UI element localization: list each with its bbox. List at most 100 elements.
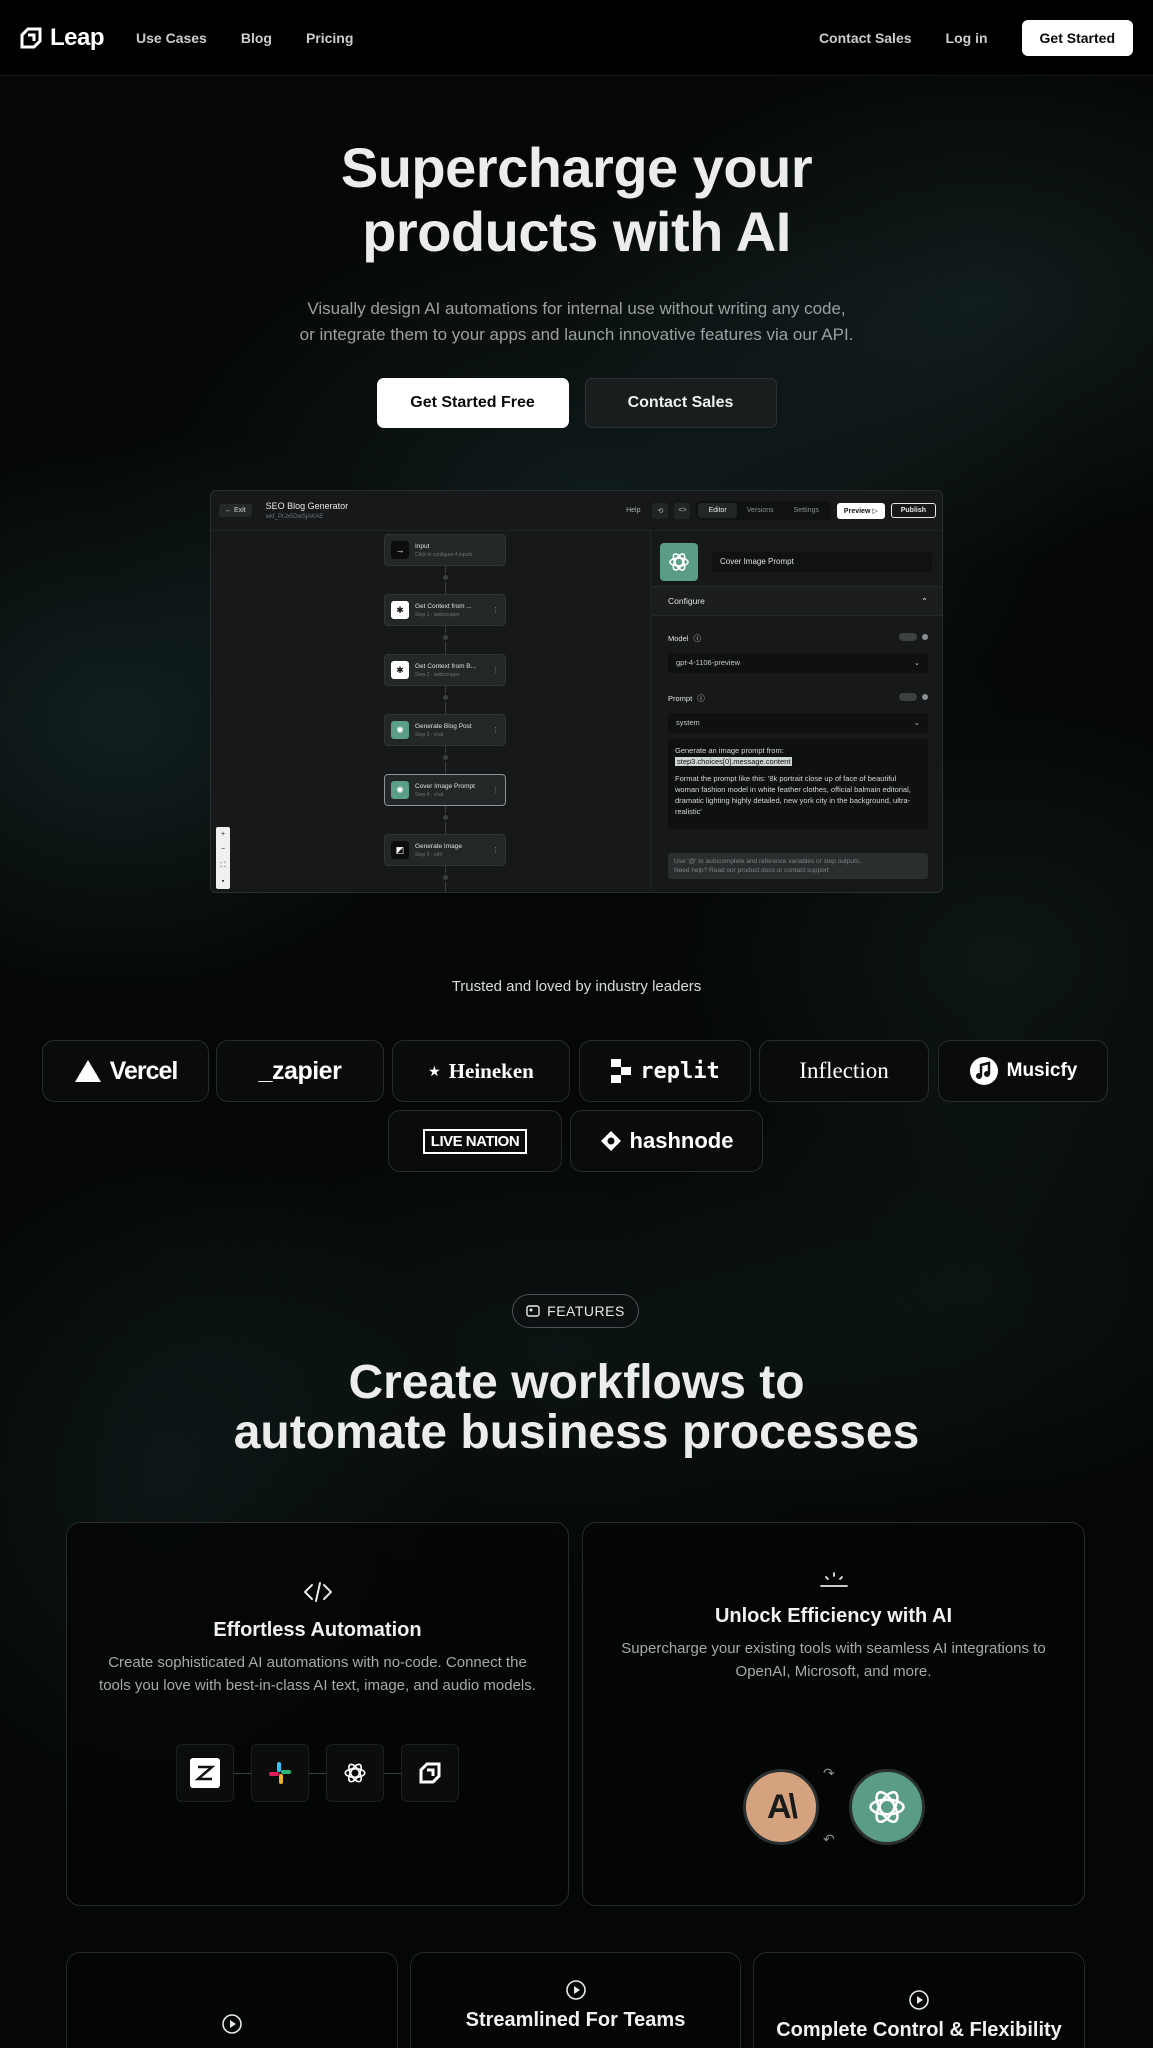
logo-text: LIVE NATION <box>422 1128 528 1154</box>
zoom-out-icon: − <box>220 846 226 854</box>
mock-tab-settings: Settings <box>793 507 819 514</box>
prompt-body: Format the prompt like this: '8k portrai… <box>675 774 911 816</box>
scraper-icon: ✱ <box>391 601 409 619</box>
prompt-label-text: Prompt <box>668 694 693 703</box>
prompt-hint: Use '@' to autocomplete and reference va… <box>668 853 928 879</box>
top-nav: Leap Use Cases Blog Pricing Contact Sale… <box>0 0 1153 76</box>
feature-card-automation: Effortless Automation Create sophisticat… <box>66 1522 569 1906</box>
model-toggle <box>899 633 928 641</box>
prompt-toggle <box>899 693 928 701</box>
leap-icon <box>401 1744 459 1802</box>
openai-icon <box>326 1744 384 1802</box>
play-circle-icon <box>67 2013 397 2035</box>
nav-contact-sales[interactable]: Contact Sales <box>819 30 912 46</box>
node-title: Generate Image <box>415 842 462 850</box>
hint-line: Need help? Read our product docs or cont… <box>674 867 829 874</box>
model-label: Model ⓘ <box>668 633 701 644</box>
step-name-input: Cover Image Prompt <box>712 552 932 572</box>
sparkle-icon <box>583 1571 1084 1591</box>
card-description: Create sophisticated AI automations with… <box>67 1651 568 1697</box>
logo-text: Leap <box>50 23 105 51</box>
prompt-line: Generate an image prompt from: <box>675 746 784 755</box>
logo-vercel: Vercel <box>42 1040 209 1102</box>
logo-text: replit <box>640 1058 720 1084</box>
flow-dot <box>441 873 450 882</box>
more-icon: ⋮ <box>492 607 499 614</box>
hero-subtitle-line: or integrate them to your apps and launc… <box>299 325 854 344</box>
trusted-label: Trusted and loved by industry leaders <box>451 978 702 995</box>
code-icon <box>67 1581 568 1603</box>
contact-sales-button[interactable]: Contact Sales <box>584 378 777 428</box>
model-value: gpt-4-1106-preview <box>676 658 741 667</box>
history-icon: ⟲ <box>652 502 669 519</box>
card-title: Unlock Efficiency with AI <box>714 1605 953 1627</box>
music-note-icon <box>969 1057 998 1085</box>
prompt-textarea: Generate an image prompt from: step3.cho… <box>668 739 928 829</box>
more-icon: ⋮ <box>492 667 499 674</box>
code-icon: <> <box>674 502 691 519</box>
node-title: Get Context from ... <box>415 602 472 610</box>
feature-card-efficiency: Unlock Efficiency with AI Supercharge yo… <box>582 1522 1085 1906</box>
features-icon <box>526 1305 540 1317</box>
leap-icon: ◩ <box>391 841 409 859</box>
vercel-triangle-icon <box>74 1060 101 1082</box>
hero-title-line: products with AI <box>362 200 791 263</box>
node-generate-image: ◩ Generate Image Step 5 · edit ⋮ <box>384 834 506 866</box>
get-started-free-button[interactable]: Get Started Free <box>376 378 569 428</box>
sync-arrow-icon: ↷ <box>823 1765 835 1781</box>
flow-dot <box>441 813 450 822</box>
leap-logo-icon <box>20 27 42 48</box>
nav-link-use-cases[interactable]: Use Cases <box>136 30 207 46</box>
logo-musicfy: Musicfy <box>938 1040 1108 1102</box>
input-icon: → <box>391 541 409 559</box>
nav-login[interactable]: Log in <box>946 30 988 46</box>
flow-dot <box>441 633 450 642</box>
configure-section: Configure ⌃ <box>652 586 942 616</box>
leap-logo[interactable]: Leap <box>20 23 105 52</box>
hero-title: Supercharge your products with AI <box>0 136 1153 264</box>
lock-icon: ▪ <box>221 877 225 885</box>
mock-publish-button: Publish <box>890 503 936 518</box>
role-value: system <box>676 718 700 727</box>
hero-buttons: Get Started Free Contact Sales <box>0 378 1153 428</box>
mock-tabs: Editor Versions Settings <box>696 501 831 520</box>
hero-title-line: Supercharge your <box>340 136 813 199</box>
nav-link-pricing[interactable]: Pricing <box>306 30 353 46</box>
nav-get-started-button[interactable]: Get Started <box>1021 19 1133 56</box>
mock-tab-versions: Versions <box>746 507 774 514</box>
node-context-2: ✱ Get Context from B... Step 2 · webscrap… <box>384 654 506 686</box>
chevron-down-icon: ⌄ <box>913 718 920 727</box>
logo-text: Musicfy <box>1006 1060 1078 1081</box>
openai-icon <box>849 1769 925 1845</box>
node-sub: Click to configure 4 inputs <box>415 551 473 558</box>
node-sub: Step 2 · webscraper <box>415 671 460 678</box>
features-title-line: Create workflows to <box>348 1356 805 1409</box>
card-description-line: tools you love with best-in-class AI tex… <box>99 1677 536 1694</box>
model-label-text: Model <box>668 634 689 643</box>
mock-preview-button: Preview ▷ <box>836 502 885 519</box>
logo-replit: replit <box>579 1040 751 1102</box>
flow-dot <box>441 573 450 582</box>
node-sub: Step 3 · chat <box>415 731 444 738</box>
card-title: Streamlined For Teams <box>465 2009 686 2031</box>
configure-label: Configure <box>668 596 705 606</box>
card-title: Complete Control & Flexibility <box>776 2019 1062 2041</box>
settings-icon <box>922 694 928 700</box>
more-icon: ⋮ <box>492 727 499 734</box>
openai-icon: ✺ <box>391 781 409 799</box>
mock-exit-button: ← Exit <box>219 504 252 517</box>
nav-link-blog[interactable]: Blog <box>241 30 272 46</box>
node-sub: Step 4 · chat <box>415 791 444 798</box>
node-title: Cover Image Prompt <box>415 782 475 790</box>
hashnode-icon <box>600 1131 621 1151</box>
chevron-down-icon: ⌄ <box>913 658 920 667</box>
features-pill-label: FEATURES <box>547 1303 625 1319</box>
card-description: Supercharge your existing tools with sea… <box>583 1637 1084 1683</box>
node-input: → Input Click to configure 4 inputs <box>384 534 506 566</box>
mock-canvas: → Input Click to configure 4 inputs ✱ Get… <box>211 531 651 892</box>
info-icon: ⓘ <box>697 694 705 703</box>
connector-line <box>309 1773 326 1774</box>
replit-icon <box>611 1059 632 1083</box>
card-description-line: Create sophisticated AI automations with… <box>108 1654 527 1671</box>
feature-card-teams: Streamlined For Teams <box>410 1952 741 2048</box>
